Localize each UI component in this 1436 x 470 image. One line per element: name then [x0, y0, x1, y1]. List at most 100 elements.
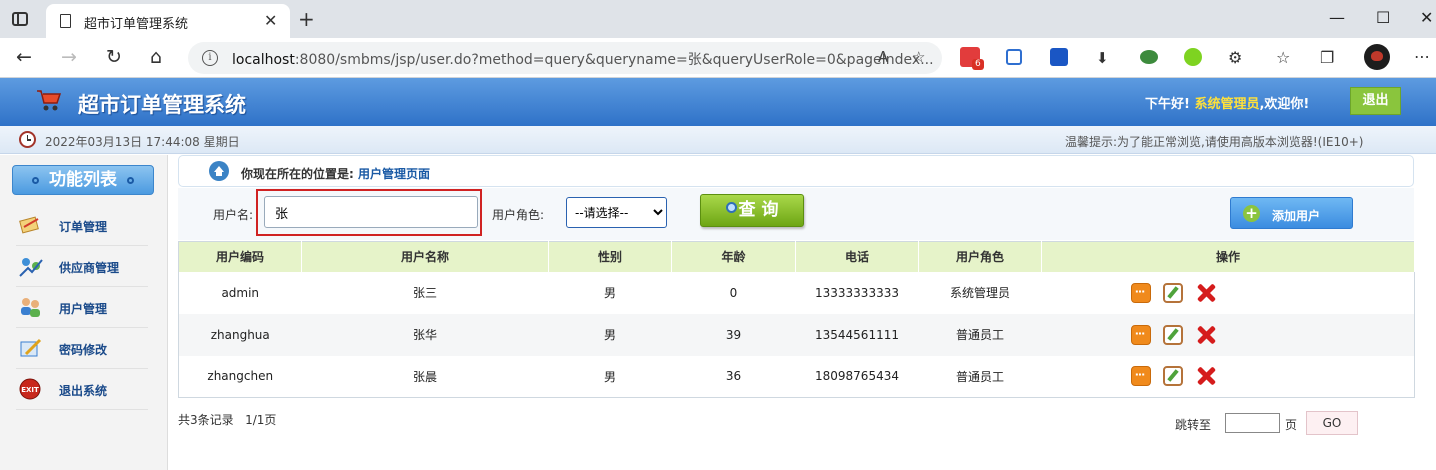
home-icon[interactable]: ⌂: [150, 46, 162, 68]
cell-actions: [1042, 356, 1415, 398]
url-text[interactable]: localhost:8080/smbms/jsp/user.do?method=…: [232, 49, 934, 69]
cell-name: 张三: [412, 286, 437, 300]
cell-age: 36: [725, 369, 742, 384]
close-window-icon[interactable]: ✕: [1420, 8, 1433, 27]
address-bar[interactable]: i localhost:8080/smbms/jsp/user.do?metho…: [188, 42, 942, 74]
maximize-icon[interactable]: ☐: [1376, 8, 1390, 27]
home-location-icon: [209, 161, 229, 181]
sync-extension-icon[interactable]: [1006, 49, 1022, 65]
record-count: 共3条记录 1/1页: [178, 413, 277, 427]
view-icon[interactable]: [1130, 324, 1151, 345]
forward-icon[interactable]: →: [61, 46, 77, 68]
go-button[interactable]: GO: [1306, 411, 1358, 435]
exit-icon: EXIT: [19, 378, 41, 400]
sidebar-item-orders[interactable]: 订单管理: [16, 205, 148, 246]
column-header: 操作: [1041, 241, 1415, 272]
username-input[interactable]: [264, 196, 478, 228]
logout-button[interactable]: 退出: [1350, 87, 1401, 115]
view-icon[interactable]: [1130, 366, 1151, 387]
profile-avatar[interactable]: [1364, 44, 1390, 70]
favorite-add-icon[interactable]: ☆: [912, 48, 925, 66]
delete-icon[interactable]: [1195, 325, 1215, 345]
cell-gender: 男: [603, 286, 616, 300]
role-select[interactable]: --请选择--: [566, 197, 667, 228]
add-user-button[interactable]: + 添加用户: [1230, 197, 1353, 229]
refresh-icon[interactable]: ↻: [106, 46, 122, 68]
more-menu-icon[interactable]: ⋯: [1414, 47, 1430, 66]
order-icon: [19, 216, 39, 234]
new-tab-icon[interactable]: +: [298, 7, 315, 31]
cell-gender: 男: [548, 313, 672, 356]
breadcrumb: 你现在所在的位置是: 用户管理页面: [178, 155, 1414, 187]
column-header: 用户名称: [301, 241, 549, 272]
tab-title: 超市订单管理系统: [84, 17, 189, 32]
sidebar-item-password[interactable]: 密码修改: [16, 328, 148, 369]
password-icon: [20, 338, 42, 357]
collections-icon[interactable]: ❐: [1320, 48, 1334, 67]
browser-tip: 温馨提示:为了能正常浏览,请使用高版本浏览器!(IE10+): [1065, 135, 1364, 149]
browser-tab[interactable]: 超市订单管理系统 ✕: [46, 4, 290, 38]
table-row: zhangchen 张晨 男 36 18098765434 普通员工: [179, 356, 1415, 398]
read-aloud-icon[interactable]: A: [878, 48, 888, 66]
bookmark-extension-icon[interactable]: [1050, 48, 1068, 66]
column-header: 用户角色: [918, 241, 1042, 272]
breadcrumb-label: 你现在所在的位置是: 用户管理页面: [241, 167, 431, 181]
edit-icon[interactable]: [1162, 282, 1183, 303]
cell-name: 张晨: [412, 369, 437, 384]
table-header-row: 用户编码 用户名称 性别 年龄 电话 用户角色 操作: [178, 241, 1415, 272]
favorites-icon[interactable]: ☆: [1276, 48, 1290, 67]
plus-icon: +: [1243, 205, 1260, 222]
browser-toolbar: ← → ↻ ⌂ i localhost:8080/smbms/jsp/user.…: [0, 38, 1436, 78]
view-icon[interactable]: [1130, 282, 1151, 303]
globe-extension-icon[interactable]: [1140, 50, 1158, 64]
sidebar-item-exit[interactable]: EXIT 退出系统: [16, 369, 148, 410]
column-header: 电话: [795, 241, 919, 272]
sidebar-item-users[interactable]: 用户管理: [16, 287, 148, 328]
cell-age: 39: [671, 313, 796, 356]
users-icon: [21, 298, 40, 317]
user-table: 用户编码 用户名称 性别 年龄 电话 用户角色 操作 admin 张三 男 0 …: [178, 241, 1415, 398]
menu-title: 功能列表: [12, 165, 154, 195]
sidebar-item-providers[interactable]: 供应商管理: [16, 246, 148, 287]
cell-phone: 13333333333: [815, 285, 899, 300]
column-header: 用户编码: [178, 241, 302, 272]
cell-actions: [1041, 313, 1415, 356]
page-unit-label: 页: [1285, 418, 1298, 432]
cell-age: 0: [729, 285, 738, 300]
back-icon[interactable]: ←: [16, 46, 32, 68]
extension-badge: 6: [972, 59, 984, 70]
info-icon[interactable]: i: [202, 50, 218, 66]
page-icon: [60, 14, 71, 28]
extensions-puzzle-icon[interactable]: ⚙: [1228, 48, 1242, 67]
edit-icon[interactable]: [1162, 366, 1183, 387]
column-header: 年龄: [671, 241, 796, 272]
table-row: zhanghua 张华 男 39 13544561111 普通员工: [178, 313, 1415, 356]
username-label: 用户名:: [213, 208, 254, 222]
query-button[interactable]: 查 询: [700, 194, 804, 227]
cart-icon: [37, 90, 62, 111]
extension-icon[interactable]: 6: [960, 47, 984, 70]
provider-icon: [19, 258, 43, 277]
cell-code: zhangchen: [207, 369, 274, 384]
close-tab-icon[interactable]: ✕: [264, 11, 277, 30]
cell-role: 系统管理员: [949, 286, 1010, 300]
page-number-input[interactable]: [1225, 413, 1280, 433]
search-icon: [725, 202, 737, 213]
cell-role: 普通员工: [918, 313, 1042, 356]
sidebar: 功能列表 订单管理 供应商管理 用户管理 密码修改 EXIT 退出系统: [0, 155, 168, 470]
download-icon[interactable]: ⬇: [1096, 49, 1109, 67]
green-extension-icon[interactable]: [1184, 48, 1202, 66]
tab-actions-icon[interactable]: [12, 12, 28, 26]
jump-label: 跳转至: [1175, 418, 1212, 432]
greeting: 下午好! 系统管理员,欢迎你!: [1145, 97, 1310, 112]
clock-icon: [19, 131, 36, 148]
edit-icon[interactable]: [1162, 324, 1183, 345]
cell-gender: 男: [603, 369, 616, 384]
cell-phone: 18098765434: [815, 369, 899, 384]
delete-icon[interactable]: [1195, 366, 1215, 386]
delete-icon[interactable]: [1195, 283, 1215, 303]
minimize-icon[interactable]: —: [1329, 8, 1345, 27]
svg-text:EXIT: EXIT: [21, 386, 39, 394]
column-header: 性别: [548, 241, 672, 272]
cell-phone: 13544561111: [795, 313, 919, 356]
